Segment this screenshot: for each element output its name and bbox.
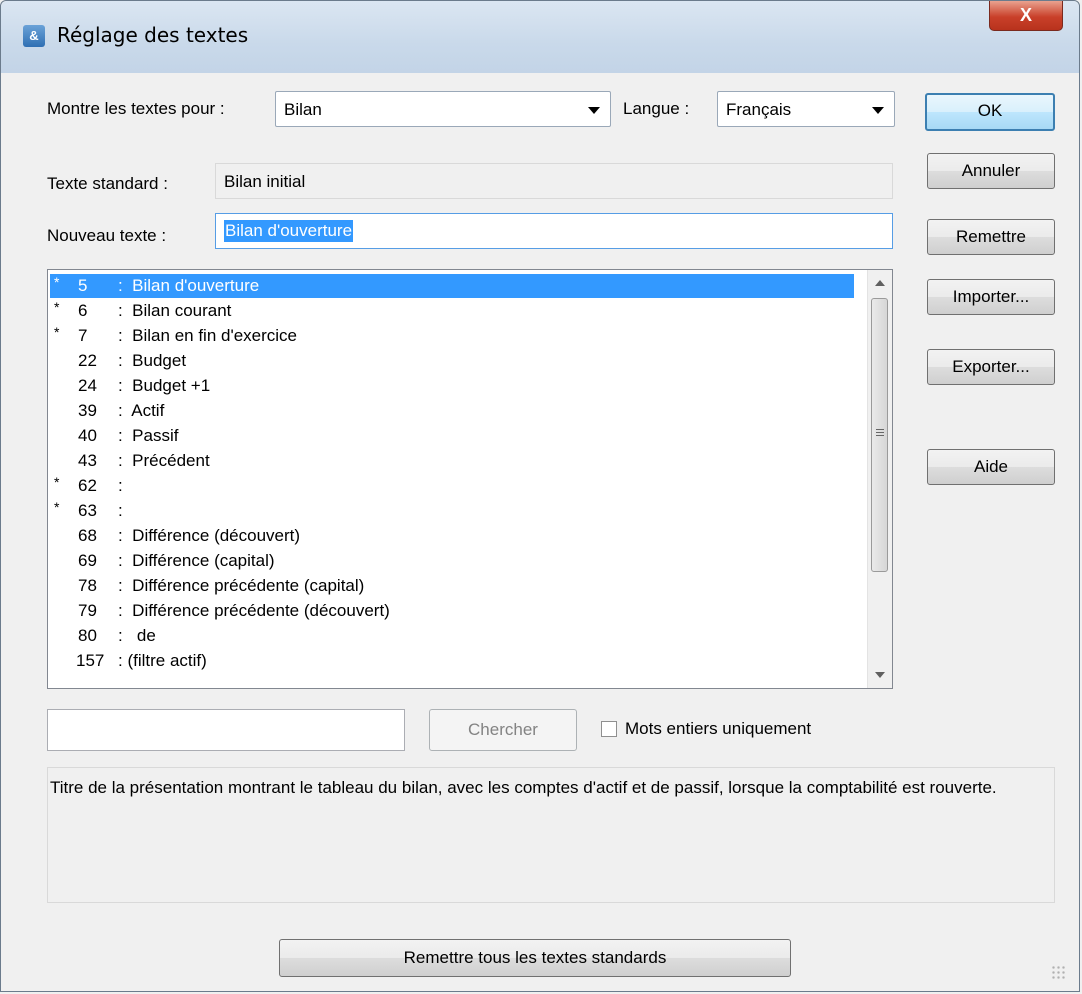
help-button[interactable]: Aide bbox=[927, 449, 1055, 485]
list-item-text: : Précédent bbox=[118, 451, 210, 470]
list-item[interactable]: 39: Actif bbox=[50, 399, 854, 423]
language-select[interactable]: Français bbox=[717, 91, 895, 127]
title-bar[interactable]: & Réglage des textes X bbox=[1, 1, 1079, 73]
reset-button[interactable]: Remettre bbox=[927, 219, 1055, 255]
new-text-input[interactable]: Bilan d'ouverture bbox=[215, 213, 893, 249]
list-item[interactable]: 69: Différence (capital) bbox=[50, 549, 854, 573]
list-item-text: : de bbox=[118, 626, 156, 645]
list-item-text: : bbox=[118, 501, 123, 520]
list-item[interactable]: 80: de bbox=[50, 624, 854, 648]
close-button[interactable]: X bbox=[989, 1, 1063, 31]
grip-icon bbox=[876, 429, 884, 430]
standard-text-label: Texte standard : bbox=[47, 174, 168, 193]
list-item[interactable]: * 5: Bilan d'ouverture bbox=[50, 274, 854, 298]
scroll-up-icon[interactable] bbox=[875, 280, 885, 286]
list-item-text: : Bilan courant bbox=[118, 301, 232, 320]
app-icon: & bbox=[23, 25, 45, 47]
modified-marker: * bbox=[54, 299, 60, 315]
standard-text-value: Bilan initial bbox=[224, 172, 306, 191]
export-button[interactable]: Exporter... bbox=[927, 349, 1055, 385]
list-item[interactable]: * 62: bbox=[50, 474, 854, 498]
list-item-text: : Différence précédente (découvert) bbox=[118, 601, 390, 620]
list-item[interactable]: * 6: Bilan courant bbox=[50, 299, 854, 323]
import-button[interactable]: Importer... bbox=[927, 279, 1055, 315]
modified-marker: * bbox=[54, 499, 60, 515]
list-item[interactable]: 24: Budget +1 bbox=[50, 374, 854, 398]
chevron-down-icon bbox=[872, 107, 884, 114]
list-item-text: : Budget bbox=[118, 351, 187, 370]
modified-marker: * bbox=[54, 324, 60, 340]
whole-words-checkbox[interactable] bbox=[601, 721, 617, 737]
list-item[interactable]: 157: (filtre actif) bbox=[50, 649, 854, 673]
modified-marker: * bbox=[54, 274, 60, 290]
show-texts-label: Montre les textes pour : bbox=[47, 99, 225, 118]
list-item-text: : Actif bbox=[118, 401, 165, 420]
scroll-down-icon[interactable] bbox=[875, 672, 885, 678]
scroll-thumb[interactable] bbox=[871, 298, 888, 572]
language-value: Français bbox=[726, 100, 792, 119]
search-input[interactable] bbox=[47, 709, 405, 751]
standard-text-field: Bilan initial bbox=[215, 163, 893, 199]
list-item-text: : Budget +1 bbox=[118, 376, 211, 395]
list-item-text: : Différence (découvert) bbox=[118, 526, 301, 545]
dialog-body: Montre les textes pour : Bilan Langue : … bbox=[9, 73, 1071, 985]
list-item-text: : Passif bbox=[118, 426, 179, 445]
description-text: Titre de la présentation montrant le tab… bbox=[50, 778, 997, 797]
list-item-text: : Différence précédente (capital) bbox=[118, 576, 365, 595]
list-item-text: : bbox=[118, 476, 123, 495]
show-texts-select[interactable]: Bilan bbox=[275, 91, 611, 127]
resize-grip-icon[interactable] bbox=[1051, 965, 1065, 979]
show-texts-value: Bilan bbox=[284, 100, 322, 119]
list-item[interactable]: 68: Différence (découvert) bbox=[50, 524, 854, 548]
list-item-text: : Bilan d'ouverture bbox=[118, 276, 260, 295]
list-item[interactable]: * 7: Bilan en fin d'exercice bbox=[50, 324, 854, 348]
description-box: Titre de la présentation montrant le tab… bbox=[47, 767, 1055, 903]
modified-marker: * bbox=[54, 474, 60, 490]
reset-all-button[interactable]: Remettre tous les textes standards bbox=[279, 939, 791, 977]
window-title: Réglage des textes bbox=[57, 23, 249, 47]
list-item[interactable]: 40: Passif bbox=[50, 424, 854, 448]
text-list[interactable]: * 5: Bilan d'ouverture * 6: Bilan courant * 7… bbox=[47, 269, 893, 689]
new-text-value: Bilan d'ouverture bbox=[224, 220, 354, 242]
whole-words-label[interactable]: Mots entiers uniquement bbox=[625, 719, 811, 739]
list-item-text: : Différence (capital) bbox=[118, 551, 275, 570]
list-scrollbar[interactable] bbox=[867, 270, 892, 688]
list-item-text: : (filtre actif) bbox=[118, 651, 207, 670]
ok-button[interactable]: OK bbox=[925, 93, 1055, 131]
list-item[interactable]: * 63: bbox=[50, 499, 854, 523]
list-item-text: : Bilan en fin d'exercice bbox=[118, 326, 298, 345]
chevron-down-icon bbox=[588, 107, 600, 114]
list-item[interactable]: 43: Précédent bbox=[50, 449, 854, 473]
new-text-label: Nouveau texte : bbox=[47, 226, 167, 245]
list-item[interactable]: 22: Budget bbox=[50, 349, 854, 373]
search-button[interactable]: Chercher bbox=[429, 709, 577, 751]
cancel-button[interactable]: Annuler bbox=[927, 153, 1055, 189]
list-item[interactable]: 78: Différence précédente (capital) bbox=[50, 574, 854, 598]
settings-dialog: & Réglage des textes X Montre les textes… bbox=[0, 0, 1080, 992]
language-label: Langue : bbox=[623, 99, 690, 118]
list-item[interactable]: 79: Différence précédente (découvert) bbox=[50, 599, 854, 623]
